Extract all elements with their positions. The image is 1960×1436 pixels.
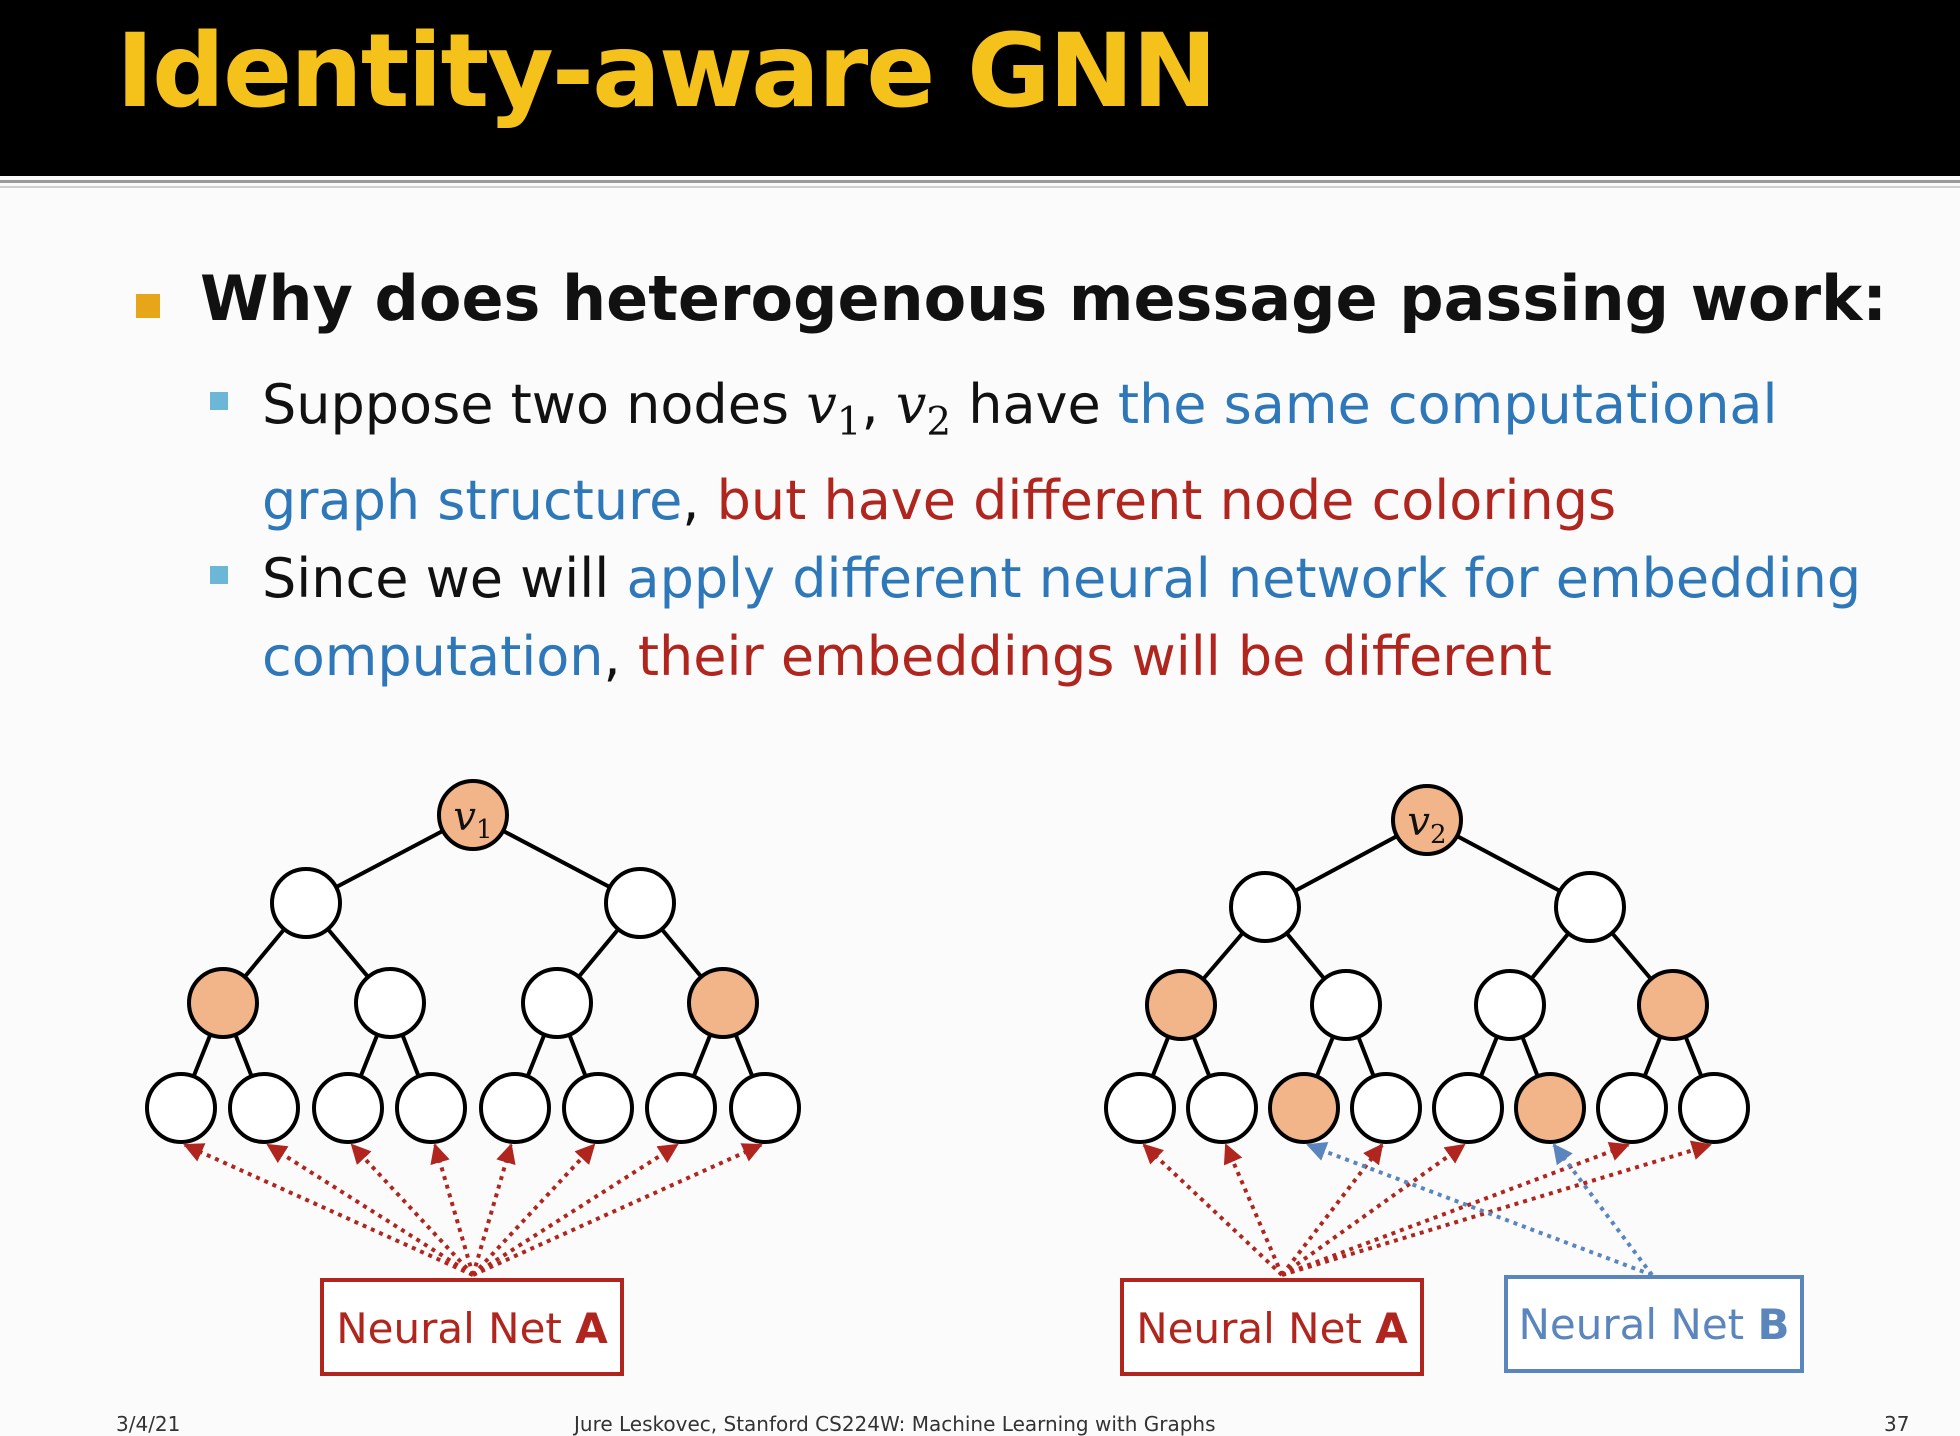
leaf-node — [1186, 1072, 1258, 1144]
math-v1: v1 — [806, 373, 862, 445]
tree-right-edges — [1138, 818, 1716, 1109]
neural-net-b-label: Neural Net B — [1519, 1300, 1790, 1349]
slide-title: Identity-aware GNN — [116, 12, 1217, 131]
level2-node-colored — [687, 967, 759, 1039]
title-rule-thin — [0, 186, 1960, 188]
bullet-square-icon — [136, 294, 160, 318]
arrows-net-a-right — [1142, 1140, 1712, 1277]
level2-node — [1474, 969, 1546, 1041]
leaf-node — [479, 1072, 551, 1144]
leaf-node — [729, 1072, 801, 1144]
footer-course: Jure Leskovec, Stanford CS224W: Machine … — [574, 1412, 1216, 1436]
level1-node — [1229, 871, 1301, 943]
footer-date: 3/4/21 — [116, 1412, 181, 1436]
level2-node — [1310, 969, 1382, 1041]
leaf-node — [1596, 1072, 1668, 1144]
level2-node-colored — [187, 967, 259, 1039]
leaf-node — [1104, 1072, 1176, 1144]
leaf-node — [1432, 1072, 1504, 1144]
level1-node — [270, 867, 342, 939]
tree-left-edges — [179, 813, 767, 1109]
leaf-node — [1350, 1072, 1422, 1144]
tree-left: v1 Neural Net A — [145, 779, 801, 1376]
leaf-node — [395, 1072, 467, 1144]
title-bar: Identity-aware GNN — [0, 0, 1960, 176]
title-rule — [0, 180, 1960, 183]
neural-net-a-label-right: Neural Net A — [1136, 1304, 1408, 1353]
level2-node — [354, 967, 426, 1039]
leaf-node — [228, 1072, 300, 1144]
leaf-node — [645, 1072, 717, 1144]
arrows-net-b — [1306, 1142, 1654, 1277]
leaf-node-colored — [1268, 1072, 1340, 1144]
sub-bullet-2: Since we will apply different neural net… — [262, 547, 1862, 688]
neural-net-a-label-left: Neural Net A — [336, 1304, 608, 1353]
level1-node — [1554, 871, 1626, 943]
leaf-node — [1678, 1072, 1750, 1144]
sub-bullet-square-icon — [210, 392, 228, 410]
leaf-node — [145, 1072, 217, 1144]
leaf-node — [562, 1072, 634, 1144]
main-bullet: Why does heterogenous message passing wo… — [200, 262, 1888, 335]
computation-graph-diagram: v1 Neural Net A v2 Neural Net A Neural N… — [145, 779, 1804, 1376]
arrows-net-a-left — [183, 1143, 763, 1277]
math-v2: v2 — [895, 373, 952, 445]
level2-node — [521, 967, 593, 1039]
leaf-node-colored — [1514, 1072, 1586, 1144]
sub-bullet-1: Suppose two nodes v1, v2 have the same c… — [262, 373, 1778, 532]
level2-node-colored — [1637, 969, 1709, 1041]
footer-page-number: 37 — [1884, 1412, 1910, 1436]
level1-node — [604, 867, 676, 939]
sub-bullet-square-icon — [210, 566, 228, 584]
level2-node-colored — [1145, 969, 1217, 1041]
leaf-node — [312, 1072, 384, 1144]
tree-right: v2 Neural Net A Neural Net B — [1104, 784, 1804, 1376]
